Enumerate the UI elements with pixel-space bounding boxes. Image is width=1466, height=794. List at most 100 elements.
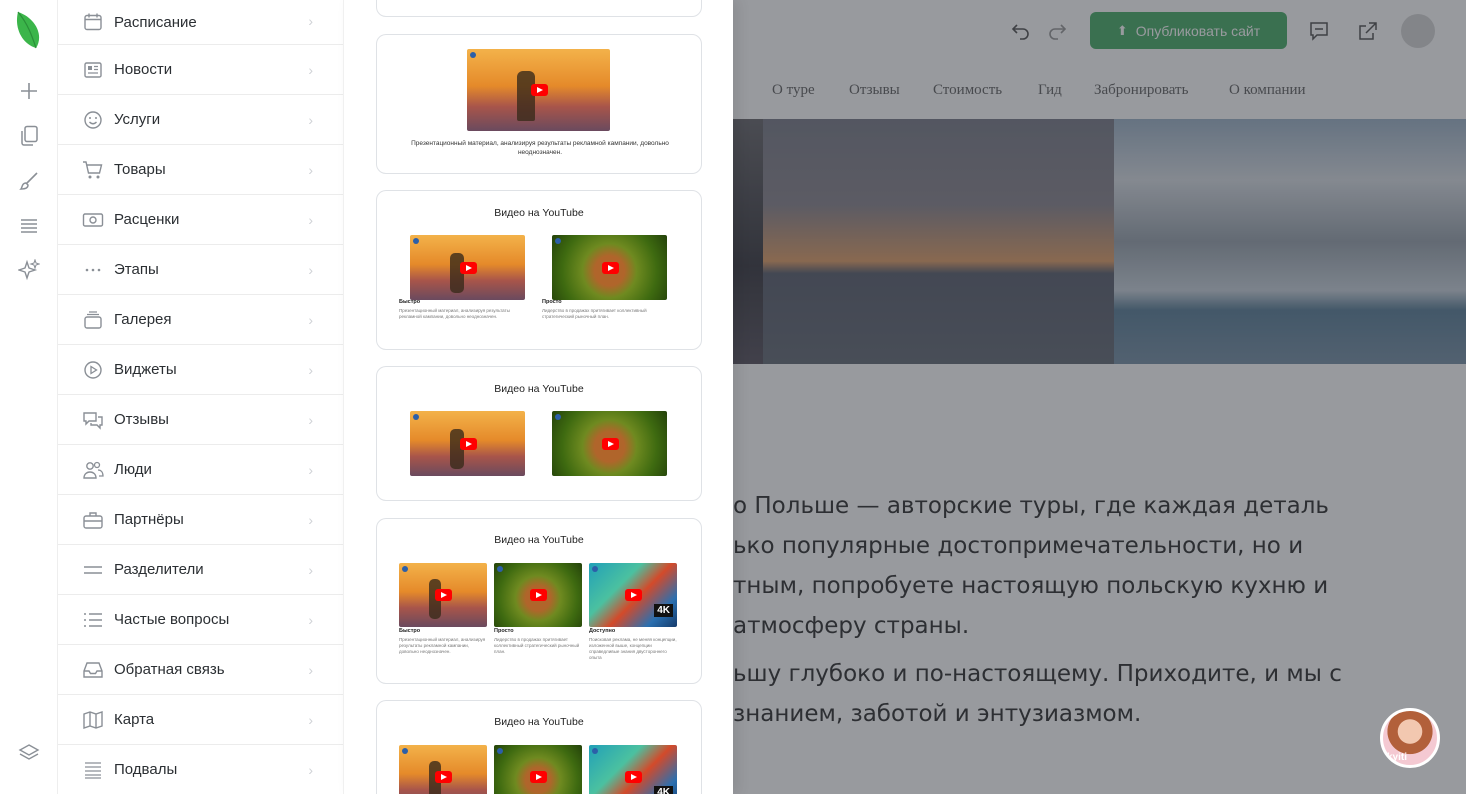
chevron-right-icon: › [308, 462, 313, 478]
category-products[interactable]: Товары › [58, 145, 343, 195]
category-label: Новости [114, 61, 173, 78]
logo-leaf-icon[interactable] [14, 10, 42, 50]
category-reviews[interactable]: Отзывы › [58, 395, 343, 445]
template-caption: Просто [542, 299, 562, 305]
youtube-play-icon [625, 771, 642, 783]
youtube-play-icon [435, 771, 452, 783]
pages-icon[interactable] [17, 124, 41, 148]
youtube-play-icon [459, 261, 477, 274]
badge-4k: 4K [654, 786, 673, 794]
chevron-right-icon: › [308, 712, 313, 728]
chat-bubbles-icon [82, 409, 104, 431]
category-footers[interactable]: Подвалы › [58, 745, 343, 794]
chevron-right-icon: › [308, 762, 313, 778]
category-label: Карта [114, 711, 155, 728]
template-subtitle: Презентационный материал, анализируя рез… [411, 140, 669, 156]
template-card[interactable]: Видео на YouTube Быстро Просто Презентац… [376, 190, 702, 350]
category-stages[interactable]: Этапы › [58, 245, 343, 295]
category-label: Расценки [114, 211, 180, 228]
chevron-right-icon: › [308, 662, 313, 678]
category-dividers[interactable]: Разделители › [58, 545, 343, 595]
chevron-right-icon: › [308, 512, 313, 528]
template-card[interactable]: Видео на YouTube [376, 366, 702, 501]
category-pricing[interactable]: Расценки › [58, 195, 343, 245]
template-card[interactable]: Презентационный материал, анализируя рез… [376, 34, 702, 174]
template-caption: Быстро [399, 299, 421, 305]
template-panel: Презентационный материал, анализируя рез… [343, 0, 733, 794]
video-thumbnail [552, 411, 667, 476]
template-caption: Просто [494, 628, 514, 634]
modal-overlay[interactable] [733, 0, 1466, 794]
template-title: Видео на YouTube [494, 716, 584, 728]
support-chat-avatar[interactable]: kyiti [1380, 708, 1440, 768]
inbox-icon [82, 659, 104, 681]
category-label: Расписание [114, 13, 197, 31]
category-label: Подвалы [114, 761, 178, 778]
category-label: Партнёры [114, 511, 184, 528]
template-card[interactable]: Видео на YouTube 4K [376, 700, 702, 794]
banknote-icon [82, 209, 104, 231]
template-desc: Презентационный материал, анализируя рез… [399, 637, 486, 654]
category-label: Обратная связь [114, 661, 225, 678]
category-news[interactable]: Новости › [58, 45, 343, 95]
category-gallery[interactable]: Галерея › [58, 295, 343, 345]
cart-icon [82, 159, 104, 181]
template-card[interactable]: Видео на YouTube 4K Быстро Просто Доступ… [376, 518, 702, 684]
template-caption: Быстро [399, 628, 421, 634]
template-desc: Лидерство в продажах притягивает коллект… [494, 637, 580, 654]
divider-icon [82, 559, 104, 581]
category-map[interactable]: Карта › [58, 695, 343, 745]
sparkles-icon[interactable] [17, 258, 41, 282]
category-schedule[interactable]: Расписание › [58, 0, 343, 45]
category-label: Частые вопросы [114, 611, 230, 628]
video-thumbnail [494, 563, 582, 627]
footer-icon [82, 759, 104, 781]
chevron-right-icon: › [308, 612, 313, 628]
briefcase-icon [82, 509, 104, 531]
layers-icon[interactable] [17, 741, 41, 765]
brush-icon[interactable] [17, 169, 41, 193]
category-label: Виджеты [114, 361, 177, 378]
youtube-play-icon [625, 589, 642, 601]
youtube-play-icon [601, 437, 619, 450]
category-label: Отзывы [114, 411, 169, 428]
video-thumbnail: 4K [589, 563, 677, 627]
youtube-play-icon [435, 589, 452, 601]
video-thumbnail [399, 745, 487, 794]
video-thumbnail: 4K [589, 745, 677, 794]
template-caption: Доступно [589, 628, 616, 634]
smile-icon [82, 109, 104, 131]
category-services[interactable]: Услуги › [58, 95, 343, 145]
youtube-play-icon [530, 771, 547, 783]
chevron-right-icon: › [308, 13, 313, 29]
chevron-right-icon: › [308, 312, 313, 328]
template-desc: Презентационный материал, анализируя рез… [399, 308, 510, 319]
video-thumbnail [494, 745, 582, 794]
template-title: Видео на YouTube [494, 534, 584, 546]
category-widgets[interactable]: Виджеты › [58, 345, 343, 395]
template-desc: Лидерство в продажах притягивает коллект… [542, 308, 647, 319]
people-icon [82, 459, 104, 481]
category-people[interactable]: Люди › [58, 445, 343, 495]
map-icon [82, 709, 104, 731]
template-title: Видео на YouTube [494, 383, 584, 395]
category-label: Галерея [114, 311, 172, 328]
category-partners[interactable]: Партнёры › [58, 495, 343, 545]
category-faq[interactable]: Частые вопросы › [58, 595, 343, 645]
sections-icon[interactable] [17, 214, 41, 238]
template-desc: Поисковая реклама, не меняя концепции, и… [589, 637, 677, 660]
video-thumbnail [410, 411, 525, 476]
video-thumbnail [410, 235, 525, 300]
plus-icon[interactable] [17, 79, 41, 103]
chevron-right-icon: › [308, 362, 313, 378]
youtube-play-icon [530, 589, 547, 601]
chevron-right-icon: › [308, 562, 313, 578]
play-circle-icon [82, 359, 104, 381]
category-label: Товары [114, 161, 166, 178]
chevron-right-icon: › [308, 412, 313, 428]
video-thumbnail [399, 563, 487, 627]
video-thumbnail [552, 235, 667, 300]
category-label: Разделители [114, 561, 204, 578]
category-feedback[interactable]: Обратная связь › [58, 645, 343, 695]
template-card[interactable] [376, 0, 702, 17]
